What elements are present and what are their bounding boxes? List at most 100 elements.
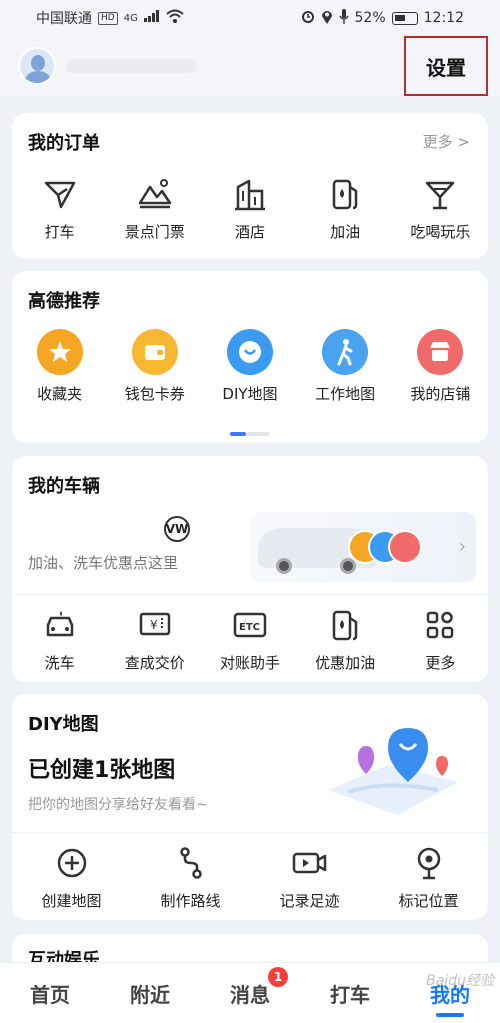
diy-item-label: 标记位置 bbox=[398, 892, 459, 910]
recommend-item-favorites[interactable]: 收藏夹 bbox=[14, 329, 106, 404]
order-item-label: 加油 bbox=[330, 223, 361, 241]
price-icon: ¥ bbox=[136, 606, 174, 644]
carousel-dot-active bbox=[230, 432, 246, 436]
video-icon bbox=[291, 844, 329, 882]
orders-title: 我的订单 bbox=[28, 133, 100, 154]
carrier-name: 中国联通 bbox=[36, 11, 92, 27]
diy-map-headline[interactable]: 已创建1张地图 bbox=[28, 752, 175, 784]
car-wheel bbox=[276, 558, 292, 574]
recommend-item-label: 收藏夹 bbox=[37, 385, 83, 403]
bottom-nav: 首页 附近 消息 1 打车 我的 bbox=[0, 962, 500, 1023]
recommend-item-diy-map[interactable]: DIY地图 bbox=[204, 329, 296, 404]
vehicle-item-label: 对账助手 bbox=[219, 654, 280, 672]
divider bbox=[12, 594, 488, 595]
recommend-item-label: 工作地图 bbox=[315, 385, 376, 403]
recommend-item-wallet[interactable]: 钱包卡券 bbox=[109, 329, 201, 404]
shop-icon bbox=[417, 329, 464, 375]
watermark: Baidu经验 bbox=[426, 973, 494, 989]
diy-map-card: DIY地图 已创建1张地图 把你的地图分享给好友看看~ 创建地图 制作路线 记录… bbox=[12, 694, 488, 920]
hotel-icon bbox=[231, 175, 269, 213]
avatar[interactable] bbox=[18, 47, 56, 85]
settings-button[interactable]: 设置 bbox=[404, 36, 488, 96]
orders-row: 打车 景点门票 酒店 加油 吃喝玩乐 bbox=[12, 175, 488, 242]
username-blurred[interactable] bbox=[66, 59, 196, 73]
vehicle-item-label: 更多 bbox=[425, 654, 456, 672]
orders-card: 我的订单 更多 > 打车 景点门票 酒店 加油 吃喝玩乐 bbox=[12, 113, 488, 259]
chevron-right-icon: › bbox=[458, 536, 466, 557]
nav-label: 首页 bbox=[30, 982, 70, 1007]
vehicle-item-fuel-discount[interactable]: 优惠加油 bbox=[299, 606, 391, 673]
nav-taxi[interactable]: 打车 bbox=[322, 979, 378, 1008]
network-type: 4G bbox=[123, 12, 138, 24]
diy-map-row: 创建地图 制作路线 记录足迹 标记位置 bbox=[12, 844, 488, 911]
order-item-taxi[interactable]: 打车 bbox=[14, 175, 106, 242]
battery-icon bbox=[391, 11, 418, 25]
nav-home[interactable]: 首页 bbox=[22, 979, 78, 1008]
scenic-icon bbox=[136, 175, 174, 213]
fuel-discount-icon bbox=[326, 606, 364, 644]
nav-active-indicator bbox=[436, 1012, 464, 1017]
nav-nearby[interactable]: 附近 bbox=[122, 979, 178, 1008]
nav-messages[interactable]: 消息 1 bbox=[222, 966, 288, 1008]
wallet-icon bbox=[131, 329, 178, 375]
battery-percent: 52% bbox=[354, 10, 386, 26]
order-item-label: 打车 bbox=[44, 223, 75, 241]
order-item-label: 景点门票 bbox=[124, 223, 185, 241]
walker-icon bbox=[322, 329, 369, 375]
diy-item-record-footprint[interactable]: 记录足迹 bbox=[264, 844, 356, 911]
diy-item-mark-location[interactable]: 标记位置 bbox=[383, 844, 475, 911]
diy-item-label: 制作路线 bbox=[160, 892, 221, 910]
vehicle-item-label: 优惠加油 bbox=[315, 654, 376, 672]
nav-label: 附近 bbox=[130, 982, 170, 1007]
vehicle-item-price[interactable]: ¥ 查成交价 bbox=[109, 606, 201, 673]
vehicle-promo-text: 加油、洗车优惠点这里 bbox=[28, 554, 179, 572]
plus-circle-icon bbox=[53, 844, 91, 882]
pin-icon bbox=[410, 844, 448, 882]
etc-icon: ETC bbox=[231, 606, 269, 644]
wifi-icon bbox=[166, 9, 184, 27]
alarm-icon bbox=[301, 9, 315, 27]
order-item-scenic[interactable]: 景点门票 bbox=[109, 175, 201, 242]
svg-text:ETC: ETC bbox=[239, 622, 260, 633]
clock: 12:12 bbox=[423, 10, 464, 26]
grid-icon bbox=[421, 606, 459, 644]
hd-badge: HD bbox=[98, 11, 118, 25]
vw-logo-icon: VW bbox=[164, 516, 190, 542]
recommend-title: 高德推荐 bbox=[28, 291, 100, 312]
vehicle-title: 我的车辆 bbox=[28, 476, 100, 497]
fuel-badge-icon bbox=[388, 530, 422, 564]
fuel-icon bbox=[326, 175, 364, 213]
car-illustration: › bbox=[250, 512, 476, 582]
svg-text:¥: ¥ bbox=[150, 618, 158, 632]
location-icon bbox=[321, 9, 333, 28]
vehicle-item-label: 洗车 bbox=[44, 654, 75, 672]
order-item-fuel[interactable]: 加油 bbox=[299, 175, 391, 242]
divider bbox=[12, 832, 488, 833]
orders-more-link[interactable]: 更多 > bbox=[423, 131, 470, 152]
taxi-icon bbox=[41, 175, 79, 213]
carousel-dot bbox=[246, 432, 270, 436]
diy-item-label: 创建地图 bbox=[41, 892, 102, 910]
order-item-drink[interactable]: 吃喝玩乐 bbox=[394, 175, 486, 242]
unread-badge: 1 bbox=[268, 966, 288, 987]
diy-item-create-map[interactable]: 创建地图 bbox=[26, 844, 118, 911]
vehicle-item-label: 查成交价 bbox=[124, 654, 185, 672]
vehicle-card: 我的车辆 VW 加油、洗车优惠点这里 › 洗车 ¥ 查成交价 ETC 对账助手 … bbox=[12, 456, 488, 682]
vehicle-banner[interactable]: VW 加油、洗车优惠点这里 › bbox=[12, 508, 488, 582]
drink-icon bbox=[421, 175, 459, 213]
recommend-item-shop[interactable]: 我的店铺 bbox=[394, 329, 486, 404]
recommend-item-label: DIY地图 bbox=[222, 385, 278, 403]
vehicle-item-more[interactable]: 更多 bbox=[394, 606, 486, 673]
order-item-hotel[interactable]: 酒店 bbox=[204, 175, 296, 242]
diy-map-title: DIY地图 bbox=[28, 714, 99, 735]
signal-icon bbox=[143, 10, 160, 26]
vehicle-item-etc[interactable]: ETC 对账助手 bbox=[204, 606, 296, 673]
recommend-card: 高德推荐 收藏夹 钱包卡券 DIY地图 工作地图 我的店铺 bbox=[12, 271, 488, 443]
map-illustration-icon bbox=[318, 720, 468, 820]
vehicle-item-car-wash[interactable]: 洗车 bbox=[14, 606, 106, 673]
status-bar: 中国联通 HD 4G 52% 12:12 bbox=[0, 0, 500, 36]
carousel-indicator bbox=[230, 432, 270, 436]
diy-map-subtitle: 把你的地图分享给好友看看~ bbox=[28, 797, 208, 813]
diy-item-make-route[interactable]: 制作路线 bbox=[145, 844, 237, 911]
recommend-item-work-map[interactable]: 工作地图 bbox=[299, 329, 391, 404]
